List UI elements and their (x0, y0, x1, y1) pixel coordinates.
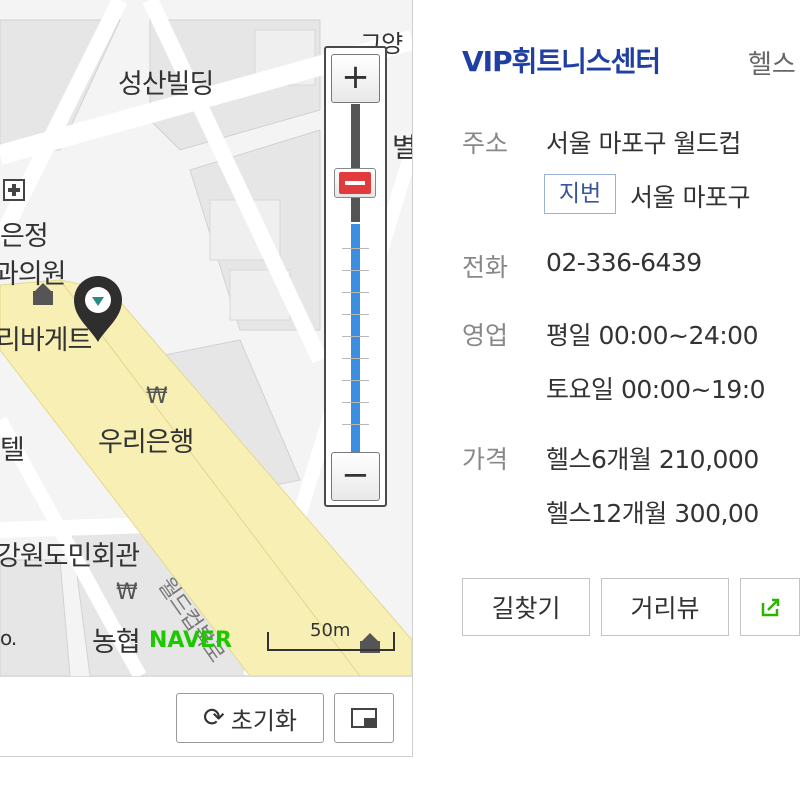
street-view-button[interactable]: 거리뷰 (601, 578, 729, 636)
hours-label: 영업 (462, 321, 509, 350)
place-name-link[interactable]: VIP휘트니스센터 (462, 40, 661, 80)
zoom-track[interactable] (351, 104, 360, 222)
naver-logo: NAVER (149, 628, 232, 653)
price-label: 가격 (462, 445, 509, 474)
directions-button[interactable]: 길찾기 (462, 578, 590, 636)
zoom-track-fill[interactable] (351, 224, 360, 452)
window-icon (351, 708, 377, 728)
map-scale-label: 50m (310, 620, 351, 641)
price-6-months: 헬스6개월 210,000 (546, 445, 759, 474)
address-label: 주소 (462, 129, 509, 158)
map-label-seongsan-building: 성산빌딩 (118, 69, 214, 100)
map-label-bakery: 리바게트 (0, 325, 92, 356)
refresh-icon: ⟳ (202, 703, 225, 733)
map-panel[interactable]: 성산빌딩 그양 별 은정 과의원 리바게트 ₩ 우리은행 텔 강원도민회관 ₩ … (0, 0, 413, 757)
zoom-slider-handle[interactable] (334, 168, 376, 198)
map-canvas[interactable]: 성산빌딩 그양 별 은정 과의원 리바게트 ₩ 우리은행 텔 강원도민회관 ₩ … (0, 0, 412, 676)
hours-weekday: 평일 00:00~24:00 (546, 321, 759, 350)
jibun-address-value: 서울 마포구 (630, 183, 750, 212)
share-button[interactable] (740, 578, 800, 636)
place-category: 헬스 (748, 50, 796, 80)
map-label-clinic-2: 과의원 (0, 259, 67, 290)
price-12-months: 헬스12개월 300,00 (546, 499, 759, 528)
zoom-out-button[interactable]: − (331, 452, 380, 501)
map-label-right-edge: 별 (392, 126, 412, 165)
map-label-hotel: 텔 (0, 435, 25, 466)
map-label-gangwon-hall: 강원도민회관 (0, 541, 140, 572)
map-footer: ⟳ 초기화 (0, 676, 412, 756)
hours-saturday: 토요일 00:00~19:0 (546, 375, 766, 404)
map-label-nonghyup: 농협 (92, 627, 141, 658)
map-label-woori-bank: 우리은행 (98, 427, 194, 458)
phone-label: 전화 (462, 253, 509, 282)
reset-map-button[interactable]: ⟳ 초기화 (176, 693, 324, 743)
phone-value: 02-336-6439 (546, 248, 702, 277)
jibun-badge: 지번 (544, 174, 616, 214)
map-label-left-partial: o. (0, 626, 17, 650)
bank-icon: ₩ (146, 384, 168, 409)
zoom-control: + − (324, 46, 387, 507)
bank-icon: ₩ (116, 580, 138, 605)
map-label-clinic-1: 은정 (0, 221, 49, 252)
address-value: 서울 마포구 월드컵 (546, 129, 741, 158)
zoom-in-button[interactable]: + (331, 54, 380, 103)
share-icon (761, 598, 780, 617)
map-view-toggle-button[interactable] (334, 693, 394, 743)
reset-label: 초기화 (230, 706, 298, 735)
